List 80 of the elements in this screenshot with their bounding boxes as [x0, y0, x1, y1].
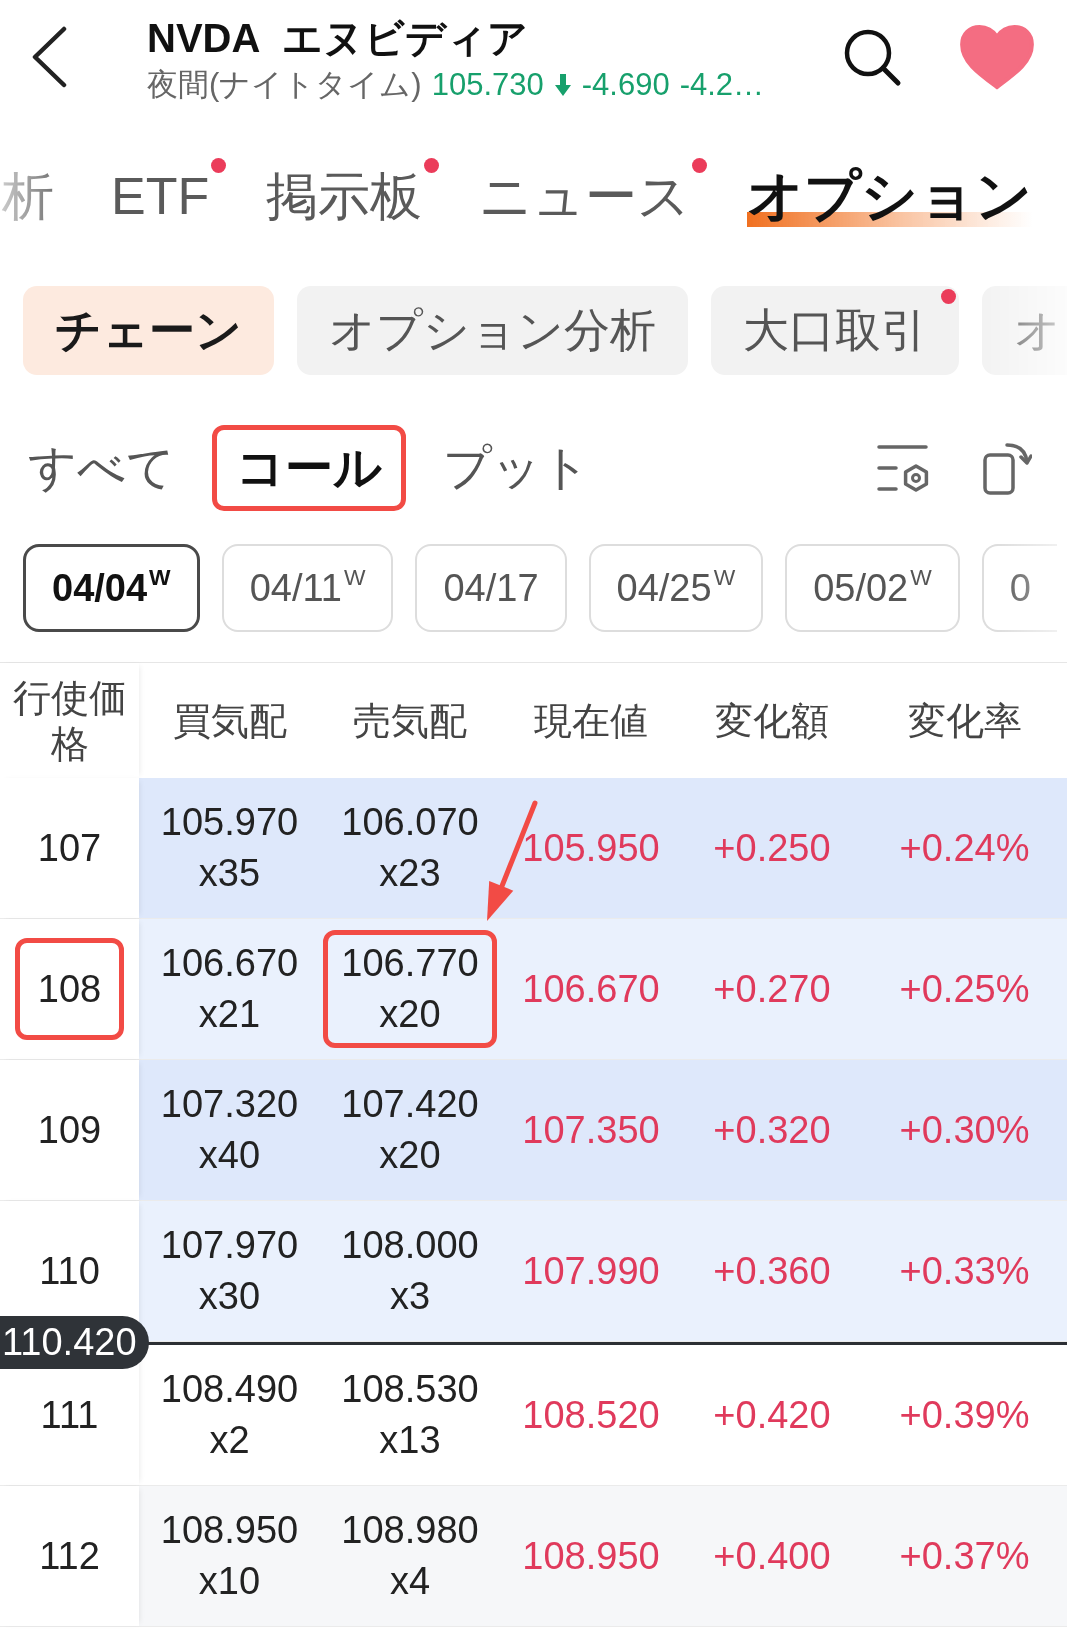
ask-size: x13: [379, 1418, 441, 1463]
last-price: 105.950: [522, 826, 660, 870]
ask-price: 106.070: [341, 800, 479, 845]
bid-price: 105.970: [160, 800, 299, 845]
last-price: 108.520: [522, 1393, 660, 1437]
ask-size: x20: [379, 992, 441, 1037]
expiration-date-chip[interactable]: 05/02$^{W}$: [785, 544, 960, 632]
bid-price: 106.670: [160, 941, 299, 986]
ask-price: 107.420: [341, 1082, 479, 1127]
ask-price: 108.000: [341, 1223, 479, 1268]
bid-size: x2: [209, 1418, 250, 1463]
change-percent: +0.30%: [899, 1108, 1030, 1152]
bid-price: 107.970: [160, 1223, 299, 1268]
strike-price: 110: [38, 1249, 101, 1294]
strike-price: 107: [36, 826, 103, 871]
view-chip[interactable]: オプション分析: [297, 286, 688, 375]
expiration-date-chip[interactable]: 0: [981, 544, 1057, 632]
strike-price: 111: [39, 1393, 100, 1438]
last-price: 107.350: [522, 1108, 660, 1152]
bid-size: x30: [198, 1274, 261, 1319]
expiration-date-chip[interactable]: 04/17: [415, 544, 567, 632]
ask-size: x4: [389, 1559, 431, 1604]
last-price: 106.670: [522, 967, 660, 1011]
ask-size: x23: [379, 851, 441, 896]
bid-size: x21: [198, 992, 261, 1037]
ask-size: x3: [389, 1274, 431, 1319]
ticker-symbol: NVDA: [147, 15, 261, 62]
section-tab[interactable]: ニュース: [479, 160, 691, 232]
column-header: 行使価格: [11, 675, 128, 767]
bid-size: x40: [198, 1133, 261, 1178]
ask-price: 106.770: [341, 941, 479, 986]
column-header: 売気配: [353, 698, 467, 744]
last-price: 108.950: [522, 1534, 660, 1578]
option-type-tab[interactable]: プット: [419, 425, 614, 511]
back-icon[interactable]: [30, 26, 68, 88]
strike-price: 108: [14, 938, 125, 1040]
heart-icon[interactable]: [958, 24, 1036, 90]
change-amount: +0.270: [713, 967, 831, 1011]
ask-size: x20: [379, 1133, 441, 1178]
column-header: 変化率: [907, 698, 1022, 744]
column-header: 買気配: [172, 698, 287, 744]
change-percent: +0.37%: [899, 1534, 1030, 1578]
change-amount: +0.250: [713, 826, 831, 870]
change-percent: +0.39%: [899, 1393, 1030, 1437]
column-header: 変化額: [715, 698, 829, 744]
price-change-percent: -4.2…: [679, 66, 765, 104]
change-amount: +0.360: [713, 1249, 831, 1293]
strike-price: 109: [36, 1108, 103, 1153]
price-change: -4.690: [581, 66, 670, 104]
strike-price: 112: [38, 1534, 101, 1579]
bid-price: 107.320: [160, 1082, 299, 1127]
change-amount: +0.400: [713, 1534, 831, 1578]
section-tab[interactable]: ETF: [111, 160, 210, 232]
change-percent: +0.33%: [899, 1249, 1030, 1293]
expiration-date-chip[interactable]: 04/25$^{W}$: [588, 544, 764, 632]
ask-price: 108.980: [341, 1508, 479, 1553]
change-amount: +0.320: [713, 1108, 831, 1152]
last-price: 107.990: [522, 1249, 660, 1293]
session-label: 夜間(ナイトタイム): [147, 66, 422, 104]
bid-size: x35: [198, 851, 261, 896]
view-chip[interactable]: 大口取引: [711, 286, 959, 375]
change-amount: +0.420: [713, 1393, 831, 1437]
expiration-date-chip[interactable]: 04/04$^{W}$: [23, 544, 200, 632]
expiration-date-chip[interactable]: 04/11$^{W}$: [221, 544, 394, 632]
column-header: 現在値: [534, 698, 648, 744]
underlying-price-badge: 110.420: [0, 1316, 149, 1369]
view-chip[interactable]: チェーン: [23, 286, 274, 375]
section-tab[interactable]: 掲示板: [266, 160, 423, 232]
search-icon[interactable]: [842, 27, 902, 87]
change-percent: +0.25%: [899, 967, 1030, 1011]
option-type-tab[interactable]: コール: [212, 425, 406, 511]
ask-price: 108.530: [341, 1367, 479, 1412]
company-name: エヌビディア: [282, 15, 529, 62]
last-price: 105.730: [431, 66, 544, 104]
bid-size: x10: [198, 1559, 261, 1604]
option-type-tab[interactable]: すべて: [4, 425, 199, 511]
bid-price: 108.950: [160, 1508, 299, 1553]
change-percent: +0.24%: [899, 826, 1030, 870]
bid-price: 108.490: [160, 1367, 299, 1412]
phone-rotate-icon[interactable]: [982, 441, 1032, 495]
